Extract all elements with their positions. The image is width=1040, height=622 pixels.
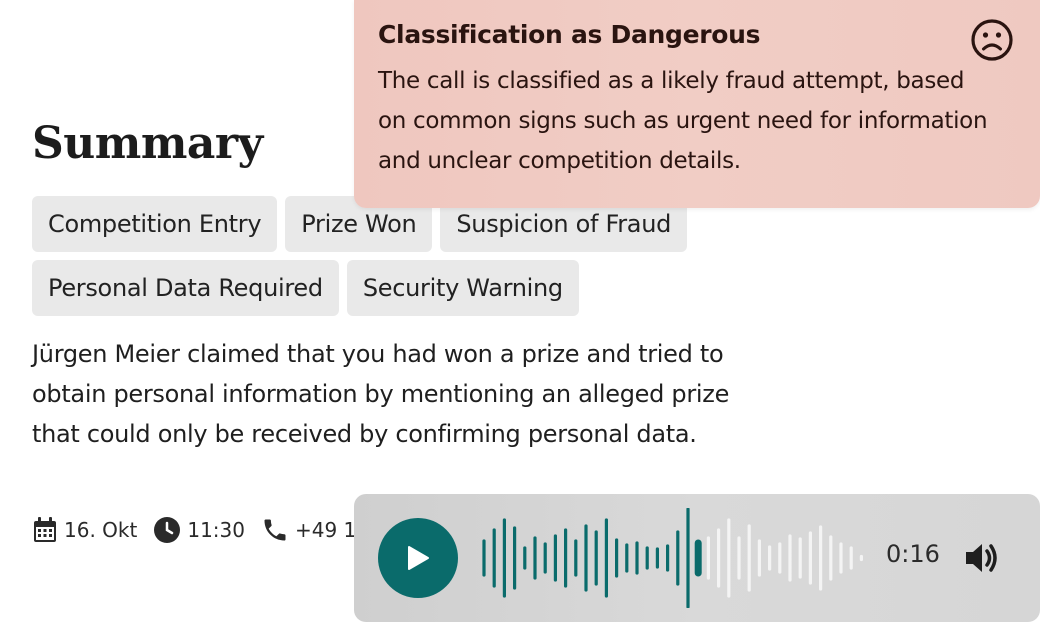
meta-phone-text: +49 1 [294,518,357,542]
audio-waveform[interactable] [482,508,874,608]
meta-date-text: 16. Okt [64,518,138,542]
summary-title: Summary [32,118,263,169]
sad-face-icon [971,19,1013,61]
alert-title: Classification as Dangerous [378,20,761,49]
volume-icon[interactable] [962,538,1002,578]
meta-phone: +49 1 [261,516,356,544]
alert-text: The call is classified as a likely fraud… [378,68,988,174]
play-button[interactable] [378,518,458,598]
meta-date: 16. Okt [32,516,137,544]
meta-time: 11:30 [153,516,245,544]
tag-security-warning[interactable]: Security Warning [346,260,579,316]
meta-time-text: 11:30 [187,518,245,542]
tag-list: Competition Entry Prize Won Suspicion of… [32,196,732,324]
play-icon [408,546,429,570]
phone-icon [264,519,286,541]
danger-classification-banner: Classification as Dangerous The call is … [354,0,1040,208]
tag-row: Personal Data Required Security Warning [32,260,732,316]
elapsed-time: 0:16 [886,540,940,568]
clock-icon [154,517,181,543]
audio-player: 0:16 [354,494,1040,622]
tag-personal-data-required[interactable]: Personal Data Required [32,260,339,316]
calendar-icon [34,517,56,542]
summary-description: Jürgen Meier claimed that you had won a … [32,340,730,448]
call-metadata: 16. Okt 11:30 +49 1 [32,516,372,544]
tag-competition-entry[interactable]: Competition Entry [32,196,278,252]
